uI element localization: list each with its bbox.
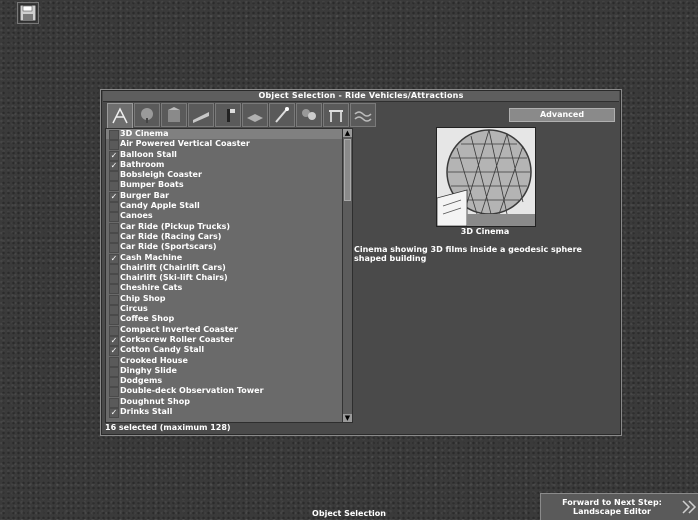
tab-ride-vehicles[interactable]: [107, 103, 133, 129]
list-item[interactable]: ✓ Corkscrew Roller Coaster: [106, 334, 342, 346]
water-icon: [354, 111, 372, 122]
list-item[interactable]: Cheshire Cats: [106, 283, 342, 295]
tab-footpath-items[interactable]: [269, 103, 295, 127]
list-item[interactable]: Compact Inverted Coaster: [106, 324, 342, 336]
tab-scenery-small[interactable]: [161, 103, 187, 127]
list-item[interactable]: ✓ Burger Bar: [106, 190, 342, 202]
scenery-trees-icon: [141, 108, 153, 123]
list-item-label: Doughnut Shop: [120, 396, 190, 406]
scenery-walls-icon: [227, 109, 235, 122]
list-item[interactable]: Coffee Shop: [106, 314, 342, 326]
selected-count: 16 selected (maximum 128): [105, 423, 231, 432]
save-button[interactable]: [17, 2, 39, 24]
object-selection-window: Object Selection - Ride Vehicles/Attract…: [100, 89, 622, 436]
geodesic-sphere-image: [437, 128, 535, 226]
scroll-up-icon[interactable]: ▲: [343, 129, 352, 137]
list-item-label: Bumper Boats: [120, 180, 184, 190]
list-item-label: Cheshire Cats: [120, 283, 183, 293]
list-item[interactable]: Canoes: [106, 211, 342, 223]
scenery-large-icon: [193, 112, 209, 123]
list-item[interactable]: Chip Shop: [106, 293, 342, 305]
list-item[interactable]: Dodgems: [106, 376, 342, 388]
list-item-label: Cash Machine: [120, 252, 183, 262]
list-item[interactable]: Bobsleigh Coaster: [106, 170, 342, 182]
list-item-label: Drinks Stall: [120, 407, 173, 417]
list-item[interactable]: Crooked House: [106, 355, 342, 367]
tab-footpath[interactable]: [242, 103, 268, 127]
scroll-down-icon[interactable]: ▼: [343, 414, 352, 422]
list-item-label: Double-deck Observation Tower: [120, 386, 264, 396]
list-item-label: Balloon Stall: [120, 149, 177, 159]
preview-image: [436, 127, 536, 227]
tab-scenery-large[interactable]: [188, 103, 214, 127]
list-item[interactable]: ✓ Cotton Candy Stall: [106, 345, 342, 357]
list-item-label: Car Ride (Sportscars): [120, 242, 217, 252]
list-item-label: Car Ride (Racing Cars): [120, 231, 222, 241]
tab-bar: [107, 103, 376, 129]
list-item-label: Chip Shop: [120, 293, 166, 303]
tab-water[interactable]: [350, 103, 376, 127]
list-item[interactable]: Doughnut Shop: [106, 396, 342, 408]
list-item-label: Chairlift (Ski-lift Chairs): [120, 273, 228, 283]
footpath-icon: [247, 114, 263, 122]
list-item[interactable]: Circus: [106, 304, 342, 316]
list-item[interactable]: ✓ Balloon Stall: [106, 149, 342, 161]
list-item-label: Chairlift (Chairlift Cars): [120, 262, 226, 272]
list-item-label: Candy Apple Stall: [120, 201, 200, 211]
list-item-label: Coffee Shop: [120, 314, 175, 324]
list-item-label: Dinghy Slide: [120, 365, 177, 375]
preview-name: 3D Cinema: [460, 227, 510, 236]
list-item[interactable]: Chairlift (Ski-lift Chairs): [106, 273, 342, 285]
checkbox[interactable]: ✓: [109, 408, 119, 419]
park-entrance-icon: [329, 110, 343, 122]
list-item[interactable]: ✓ Drinks Stall: [106, 407, 342, 419]
tab-scenery-group[interactable]: [296, 103, 322, 127]
scenery-group-icon: [302, 109, 316, 120]
list-item-label: Canoes: [120, 211, 153, 221]
list-item[interactable]: ✓ Cash Machine: [106, 252, 342, 264]
list-item-label: Burger Bar: [120, 190, 170, 200]
footpath-items-icon: [275, 107, 289, 123]
list-item[interactable]: Bumper Boats: [106, 180, 342, 192]
tab-park-entrance[interactable]: [323, 103, 349, 127]
list-item[interactable]: Car Ride (Pickup Trucks): [106, 221, 342, 233]
object-list[interactable]: 3D Cinema Air Powered Vertical Coaster ✓…: [106, 129, 342, 422]
tab-scenery-trees[interactable]: [134, 103, 160, 127]
list-item-label: Corkscrew Roller Coaster: [120, 334, 234, 344]
list-item-label: Compact Inverted Coaster: [120, 324, 238, 334]
list-item-label: Crooked House: [120, 355, 188, 365]
list-item-label: Dodgems: [120, 376, 163, 386]
advanced-button[interactable]: Advanced: [509, 108, 615, 122]
window-title[interactable]: Object Selection - Ride Vehicles/Attract…: [103, 91, 619, 102]
next-step-line1: Forward to Next Step:: [562, 498, 662, 507]
next-step-button[interactable]: Forward to Next Step: Landscape Editor: [540, 493, 698, 520]
double-chevron-right-icon: [682, 500, 697, 514]
list-item[interactable]: Air Powered Vertical Coaster: [106, 139, 342, 151]
ride-vehicles-icon: [112, 107, 128, 124]
scroll-thumb[interactable]: [344, 139, 351, 201]
tab-scenery-walls[interactable]: [215, 103, 241, 127]
list-item[interactable]: ✓ Bathroom: [106, 159, 342, 171]
floppy-disk-icon: [19, 4, 37, 22]
preview-description: Cinema showing 3D films inside a geodesi…: [354, 245, 582, 263]
list-item[interactable]: Double-deck Observation Tower: [106, 386, 342, 398]
object-list-panel: 3D Cinema Air Powered Vertical Coaster ✓…: [105, 128, 353, 423]
list-item[interactable]: Candy Apple Stall: [106, 201, 342, 213]
list-item-label: 3D Cinema: [120, 129, 169, 138]
list-item-label: Cotton Candy Stall: [120, 345, 205, 355]
list-item-label: Bathroom: [120, 159, 165, 169]
list-item[interactable]: Car Ride (Racing Cars): [106, 231, 342, 243]
list-item[interactable]: Chairlift (Chairlift Cars): [106, 262, 342, 274]
list-item-label: Bobsleigh Coaster: [120, 170, 202, 180]
list-item[interactable]: Car Ride (Sportscars): [106, 242, 342, 254]
scenery-small-icon: [168, 107, 180, 122]
list-item-label: Circus: [120, 304, 148, 314]
list-item[interactable]: 3D Cinema: [106, 129, 342, 140]
list-item-label: Air Powered Vertical Coaster: [120, 139, 250, 149]
list-item-label: Car Ride (Pickup Trucks): [120, 221, 231, 231]
next-step-line2: Landscape Editor: [573, 507, 651, 516]
list-item[interactable]: Dinghy Slide: [106, 365, 342, 377]
list-scrollbar[interactable]: ▲ ▼: [342, 129, 352, 422]
